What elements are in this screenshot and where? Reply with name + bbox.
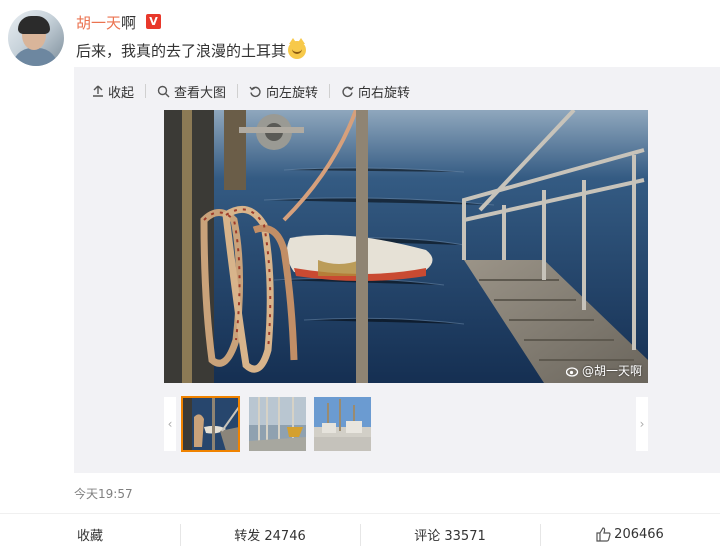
post-text-content: 后来，我真的去了浪漫的土耳其 — [76, 42, 287, 60]
rotate-right-icon — [342, 86, 354, 97]
repost-button[interactable]: 转发 24746 — [180, 514, 360, 554]
watermark: @胡一天啊 — [565, 362, 642, 379]
post-photo[interactable]: @胡一天啊 — [164, 110, 648, 383]
weibo-logo-icon — [565, 366, 579, 377]
search-icon — [157, 85, 170, 97]
post-time[interactable]: 今天19:57 — [74, 485, 133, 502]
comment-button[interactable]: 评论 33571 — [360, 514, 540, 554]
like-button[interactable]: 206466 — [540, 514, 720, 554]
collapse-button[interactable]: 收起 — [92, 82, 134, 101]
verified-badge-icon: V — [146, 14, 161, 29]
thumbnail-1[interactable] — [181, 396, 240, 452]
thumbnail-2[interactable] — [249, 397, 306, 451]
thumbnail-prev-button[interactable]: ‹ — [164, 397, 176, 451]
action-bar: 收藏 转发 24746 评论 33571 206466 — [0, 513, 720, 554]
thumbs-up-icon — [596, 526, 611, 542]
thumbnail-3[interactable] — [314, 397, 371, 451]
view-large-button[interactable]: 查看大图 — [157, 82, 226, 101]
cat-face-emoji-icon — [288, 38, 307, 59]
upload-arrow-icon — [93, 85, 103, 97]
rotate-left-icon — [249, 86, 261, 97]
post-text: 后来，我真的去了浪漫的土耳其 — [76, 38, 307, 61]
rotate-left-button[interactable]: 向左旋转 — [249, 82, 318, 101]
thumbnail-next-button[interactable]: › — [636, 397, 648, 451]
author-name[interactable]: 胡一天啊 — [76, 12, 136, 33]
avatar[interactable] — [8, 10, 64, 66]
favorite-button[interactable]: 收藏 — [0, 514, 180, 554]
rotate-right-button[interactable]: 向右旋转 — [341, 82, 410, 101]
media-panel: 收起 查看大图 向左旋转 向右旋转 @胡一天啊 ‹ › — [74, 67, 720, 473]
image-toolbar: 收起 查看大图 向左旋转 向右旋转 — [92, 82, 410, 101]
thumbnail-strip: ‹ › — [164, 396, 648, 452]
